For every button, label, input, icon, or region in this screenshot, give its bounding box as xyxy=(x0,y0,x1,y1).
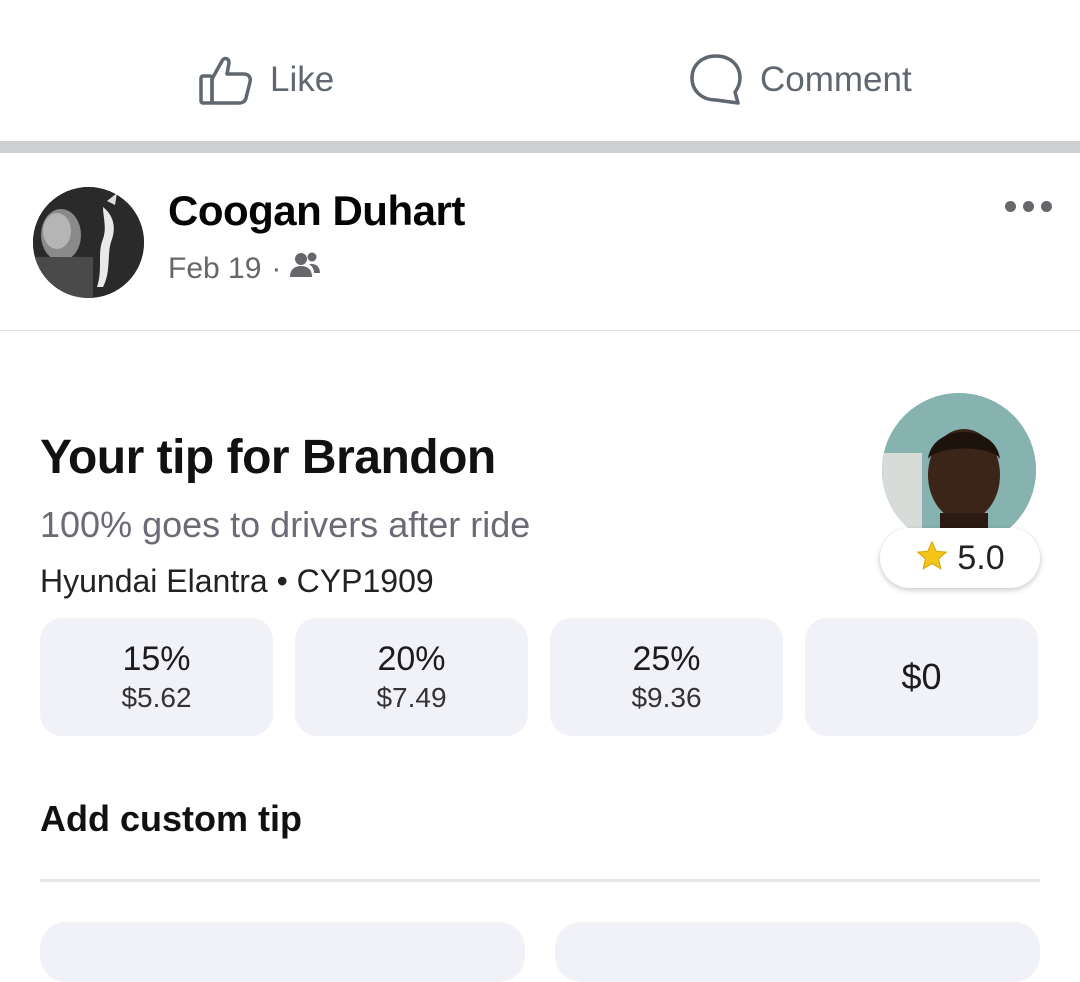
payment-option-left[interactable] xyxy=(40,922,525,982)
like-button[interactable]: Like xyxy=(198,48,334,112)
comment-bubble-icon xyxy=(688,52,744,108)
tip-amount: $7.49 xyxy=(376,682,447,713)
driver-photo xyxy=(882,393,1036,547)
friends-icon[interactable] xyxy=(289,251,321,287)
tip-title: Your tip for Brandon xyxy=(40,431,496,484)
tip-percent: 15% xyxy=(122,640,191,678)
header-divider xyxy=(0,330,1080,331)
section-divider xyxy=(0,141,1080,153)
tip-option-none[interactable]: $0 xyxy=(805,618,1038,736)
tip-flat-amount: $0 xyxy=(901,656,942,697)
vehicle-info: Hyundai Elantra • CYP1909 xyxy=(40,563,434,599)
tip-option-15[interactable]: 15% $5.62 xyxy=(40,618,273,736)
comment-button[interactable]: Comment xyxy=(688,48,912,112)
star-icon xyxy=(915,539,957,578)
post-date[interactable]: Feb 19 xyxy=(168,252,261,286)
author-name[interactable]: Coogan Duhart xyxy=(168,187,465,235)
tip-option-25[interactable]: 25% $9.36 xyxy=(550,618,783,736)
custom-tip-divider xyxy=(40,879,1040,882)
add-custom-tip-button[interactable]: Add custom tip xyxy=(40,798,302,840)
driver-rating-badge: 5.0 xyxy=(880,528,1040,588)
rating-value: 5.0 xyxy=(957,538,1005,577)
tip-amount: $5.62 xyxy=(121,682,192,713)
more-dot-icon xyxy=(1041,201,1052,212)
post-meta: Feb 19 · xyxy=(168,251,321,287)
tip-option-20[interactable]: 20% $7.49 xyxy=(295,618,528,736)
avatar[interactable] xyxy=(33,187,144,298)
tip-subtitle: 100% goes to drivers after ride xyxy=(40,504,531,545)
payment-option-right[interactable] xyxy=(555,922,1040,982)
post-action-bar: Like Comment xyxy=(0,0,1080,141)
tip-percent: 25% xyxy=(632,640,701,678)
more-dot-icon xyxy=(1023,201,1034,212)
like-label: Like xyxy=(270,60,335,99)
meta-separator: · xyxy=(271,252,282,285)
more-options-button[interactable] xyxy=(1005,201,1052,212)
thumbs-up-icon xyxy=(198,52,254,108)
more-dot-icon xyxy=(1005,201,1016,212)
tip-percent: 20% xyxy=(377,640,446,678)
tip-amount: $9.36 xyxy=(631,682,702,713)
comment-label: Comment xyxy=(760,60,912,99)
post-header: Coogan Duhart Feb 19 · xyxy=(0,153,1080,331)
